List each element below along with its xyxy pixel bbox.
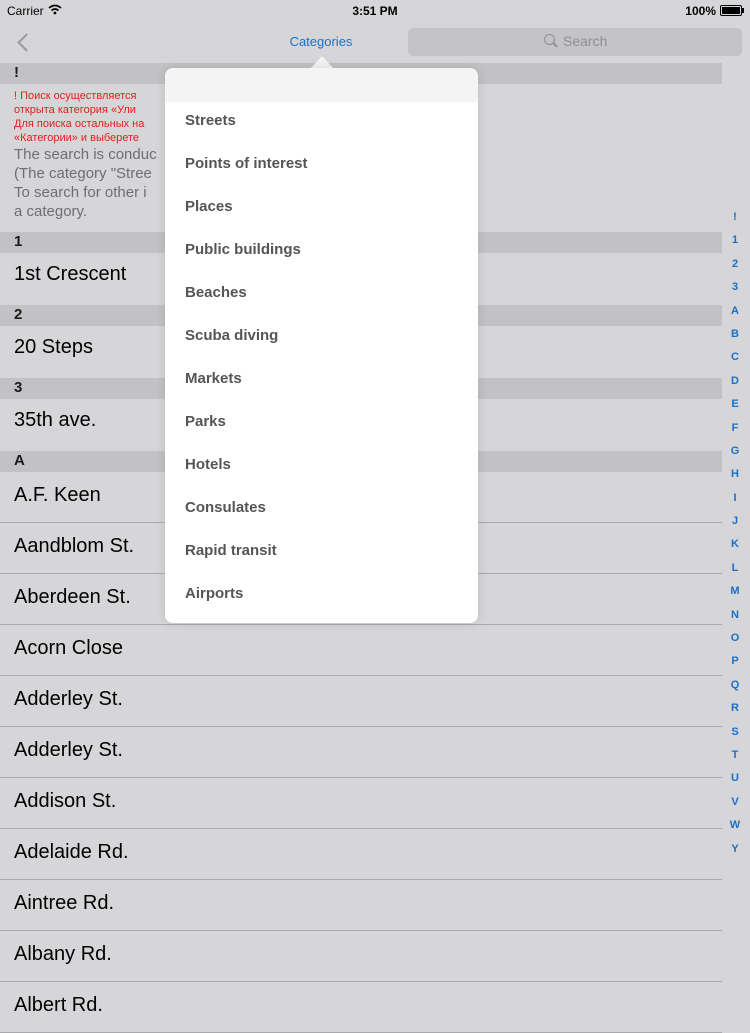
category-item-parks[interactable]: Parks [165, 403, 478, 446]
index-letter[interactable]: B [726, 323, 744, 346]
index-letter[interactable]: V [726, 791, 744, 814]
navigation-bar: Categories Search [0, 22, 750, 64]
index-letter[interactable]: M [726, 580, 744, 603]
popover-header [165, 68, 478, 102]
index-letter[interactable]: N [726, 604, 744, 627]
category-item-streets[interactable]: Streets [165, 102, 478, 145]
category-item-markets[interactable]: Markets [165, 360, 478, 403]
list-item[interactable]: Albert Rd. [0, 982, 722, 1033]
category-item-hotels[interactable]: Hotels [165, 446, 478, 489]
index-letter[interactable]: U [726, 767, 744, 790]
index-letter[interactable]: P [726, 650, 744, 673]
index-letter[interactable]: D [726, 370, 744, 393]
index-letter[interactable]: T [726, 744, 744, 767]
index-letter[interactable]: R [726, 697, 744, 720]
category-item-consulates[interactable]: Consulates [165, 489, 478, 532]
search-field[interactable]: Search [408, 28, 742, 56]
battery-percent: 100% [685, 4, 716, 18]
index-letter[interactable]: 3 [726, 276, 744, 299]
section-index[interactable]: ! 1 2 3 A B C D E F G H I J K L M N O P Q R S T U V W Y [726, 206, 744, 861]
index-letter[interactable]: A [726, 300, 744, 323]
battery-icon [720, 5, 744, 16]
list-item[interactable]: Adderley St. [0, 727, 722, 778]
category-item-rapid-transit[interactable]: Rapid transit [165, 532, 478, 575]
categories-popover: Streets Points of interest Places Public… [165, 68, 478, 623]
index-letter[interactable]: W [726, 814, 744, 837]
index-letter[interactable]: 1 [726, 229, 744, 252]
category-item-public-buildings[interactable]: Public buildings [165, 231, 478, 274]
category-item-scuba-diving[interactable]: Scuba diving [165, 317, 478, 360]
index-letter[interactable]: G [726, 440, 744, 463]
list-item[interactable]: Aintree Rd. [0, 880, 722, 931]
index-letter[interactable]: C [726, 346, 744, 369]
index-letter[interactable]: O [726, 627, 744, 650]
list-item[interactable]: Adderley St. [0, 676, 722, 727]
index-letter[interactable]: E [726, 393, 744, 416]
index-letter[interactable]: F [726, 417, 744, 440]
index-letter[interactable]: H [726, 463, 744, 486]
status-time: 3:51 PM [352, 4, 398, 18]
index-letter[interactable]: K [726, 533, 744, 556]
search-icon [544, 34, 555, 45]
category-item-airports[interactable]: Airports [165, 575, 478, 618]
index-letter[interactable]: J [726, 510, 744, 533]
back-button[interactable] [14, 30, 34, 56]
category-item-points-of-interest[interactable]: Points of interest [165, 145, 478, 188]
categories-button[interactable]: Categories [270, 34, 372, 49]
list-item[interactable]: Acorn Close [0, 625, 722, 676]
list-item[interactable]: Adelaide Rd. [0, 829, 722, 880]
index-letter[interactable]: Y [726, 838, 744, 861]
search-placeholder: Search [563, 33, 608, 49]
status-bar: Carrier 3:51 PM 100% [0, 0, 750, 22]
index-letter[interactable]: Q [726, 674, 744, 697]
list-item[interactable]: Albany Rd. [0, 931, 722, 982]
index-letter[interactable]: S [726, 721, 744, 744]
index-letter[interactable]: L [726, 557, 744, 580]
category-item-beaches[interactable]: Beaches [165, 274, 478, 317]
index-letter[interactable]: 2 [726, 253, 744, 276]
list-item[interactable]: Addison St. [0, 778, 722, 829]
index-letter[interactable]: I [726, 487, 744, 510]
index-letter[interactable]: ! [726, 206, 744, 229]
category-item-places[interactable]: Places [165, 188, 478, 231]
